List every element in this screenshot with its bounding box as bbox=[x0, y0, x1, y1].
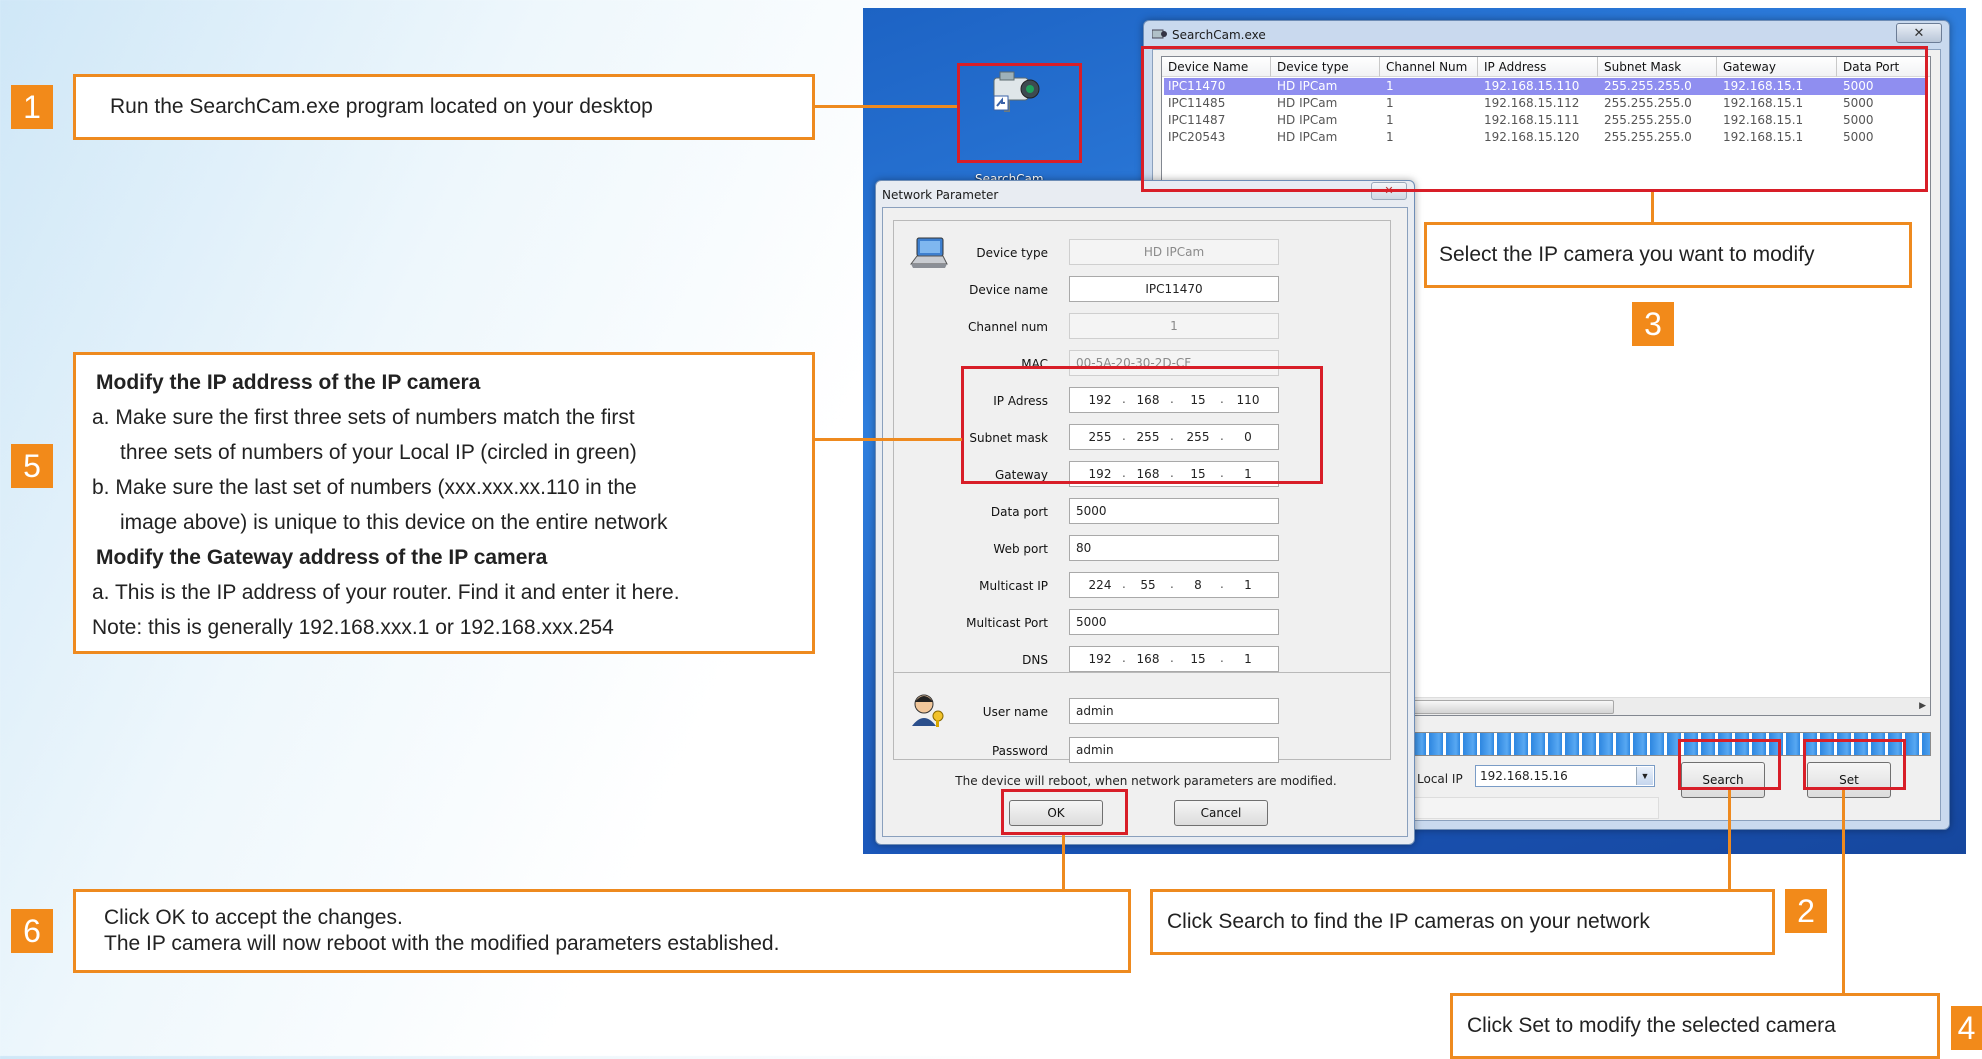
step-number: 3 bbox=[1632, 302, 1674, 346]
connector-line bbox=[1728, 790, 1731, 891]
app-icon bbox=[1152, 29, 1167, 39]
step-5-heading-1: Modify the IP address of the IP camera bbox=[96, 371, 481, 394]
connector-line bbox=[812, 438, 962, 441]
status-field bbox=[1411, 797, 1659, 819]
step-5-line-a1: a. Make sure the first three sets of num… bbox=[92, 406, 635, 429]
local-ip-label: Local IP bbox=[1417, 772, 1463, 786]
dialog-body: Device type HD IPCam Device name IPC1147… bbox=[882, 207, 1408, 837]
connector-line bbox=[1062, 835, 1065, 890]
user-name-input[interactable]: admin bbox=[1069, 698, 1279, 724]
multicast-port-input[interactable]: 5000 bbox=[1069, 609, 1279, 635]
step-5-line-c1: a. This is the IP address of your router… bbox=[92, 581, 680, 604]
device-name-input[interactable]: IPC11470 bbox=[1069, 276, 1279, 302]
device-type-label: Device type bbox=[976, 246, 1048, 260]
window-title: SearchCam.exe bbox=[1172, 28, 1266, 42]
step-number: 6 bbox=[11, 909, 53, 953]
data-port-input[interactable]: 5000 bbox=[1069, 498, 1279, 524]
dialog-title: Network Parameter bbox=[882, 188, 999, 202]
channel-num-label: Channel num bbox=[968, 320, 1048, 334]
step-1-text: Run the SearchCam.exe program located on… bbox=[110, 95, 653, 118]
web-port-label: Web port bbox=[993, 542, 1048, 556]
scroll-right-arrow-icon[interactable]: ▶ bbox=[1919, 698, 1926, 715]
step-5-note: Note: this is generally 192.168.xxx.1 or… bbox=[92, 616, 614, 639]
highlight-ok-button bbox=[1001, 789, 1128, 835]
highlight-set-button bbox=[1803, 739, 1906, 790]
step-4-text: Click Set to modify the selected camera bbox=[1467, 1014, 1836, 1037]
connector-line bbox=[1651, 192, 1654, 224]
step-number: 4 bbox=[1951, 1006, 1982, 1050]
chevron-down-icon: ▼ bbox=[1636, 767, 1653, 785]
highlight-device-table bbox=[1141, 46, 1928, 192]
groupbox-divider bbox=[893, 672, 1391, 673]
highlight-search-button bbox=[1678, 739, 1781, 790]
close-icon: ✕ bbox=[1913, 25, 1925, 40]
step-6-line-1: Click OK to accept the changes. bbox=[104, 906, 403, 929]
multicast-ip-label: Multicast IP bbox=[979, 579, 1048, 593]
step-6-callout: Click OK to accept the changes. The IP c… bbox=[73, 889, 1131, 973]
step-4-callout: Click Set to modify the selected camera bbox=[1450, 993, 1940, 1059]
channel-num-field: 1 bbox=[1069, 313, 1279, 339]
connector-line bbox=[1842, 790, 1845, 995]
web-port-input[interactable]: 80 bbox=[1069, 535, 1279, 561]
step-3-text: Select the IP camera you want to modify bbox=[1439, 243, 1815, 266]
scrollbar-thumb[interactable] bbox=[1412, 700, 1614, 714]
step-5-heading-2: Modify the Gateway address of the IP cam… bbox=[96, 546, 548, 569]
step-6-line-2: The IP camera will now reboot with the m… bbox=[104, 932, 780, 955]
dns-input[interactable]: 192. 168. 15. 1 bbox=[1069, 646, 1279, 672]
step-5-line-a2: three sets of numbers of your Local IP (… bbox=[120, 441, 637, 464]
reboot-notice: The device will reboot, when network par… bbox=[955, 774, 1337, 788]
step-5-line-b2: image above) is unique to this device on… bbox=[120, 511, 668, 534]
data-port-label: Data port bbox=[990, 505, 1048, 519]
network-parameter-dialog: Network Parameter ✕ Device type HD IPCam… bbox=[875, 180, 1415, 845]
step-3-callout: Select the IP camera you want to modify bbox=[1424, 222, 1912, 288]
close-button[interactable]: ✕ bbox=[1896, 23, 1942, 43]
step-1-callout: Run the SearchCam.exe program located on… bbox=[73, 74, 815, 140]
step-2-callout: Click Search to find the IP cameras on y… bbox=[1150, 889, 1775, 955]
multicast-ip-input[interactable]: 224. 55. 8. 1 bbox=[1069, 572, 1279, 598]
step-2-text: Click Search to find the IP cameras on y… bbox=[1167, 910, 1650, 933]
step-5-line-b1: b. Make sure the last set of numbers (xx… bbox=[92, 476, 637, 499]
horizontal-scrollbar[interactable]: ▶ bbox=[1412, 697, 1930, 715]
cancel-button[interactable]: Cancel bbox=[1174, 800, 1268, 826]
step-5-callout: Modify the IP address of the IP camera a… bbox=[73, 352, 815, 654]
step-number: 1 bbox=[11, 85, 53, 129]
connector-line bbox=[812, 105, 957, 108]
device-name-label: Device name bbox=[969, 283, 1048, 297]
highlight-ip-fields bbox=[961, 366, 1323, 484]
device-type-field: HD IPCam bbox=[1069, 239, 1279, 265]
password-label: Password bbox=[991, 744, 1048, 758]
multicast-port-label: Multicast Port bbox=[966, 616, 1048, 630]
highlight-desktop-icon bbox=[957, 63, 1082, 163]
step-number: 2 bbox=[1785, 889, 1827, 933]
dns-label: DNS bbox=[1022, 653, 1048, 667]
step-number: 5 bbox=[11, 444, 53, 488]
password-input[interactable]: admin bbox=[1069, 737, 1279, 763]
local-ip-select[interactable]: 192.168.15.16 ▼ bbox=[1475, 765, 1655, 787]
user-name-label: User name bbox=[982, 705, 1048, 719]
